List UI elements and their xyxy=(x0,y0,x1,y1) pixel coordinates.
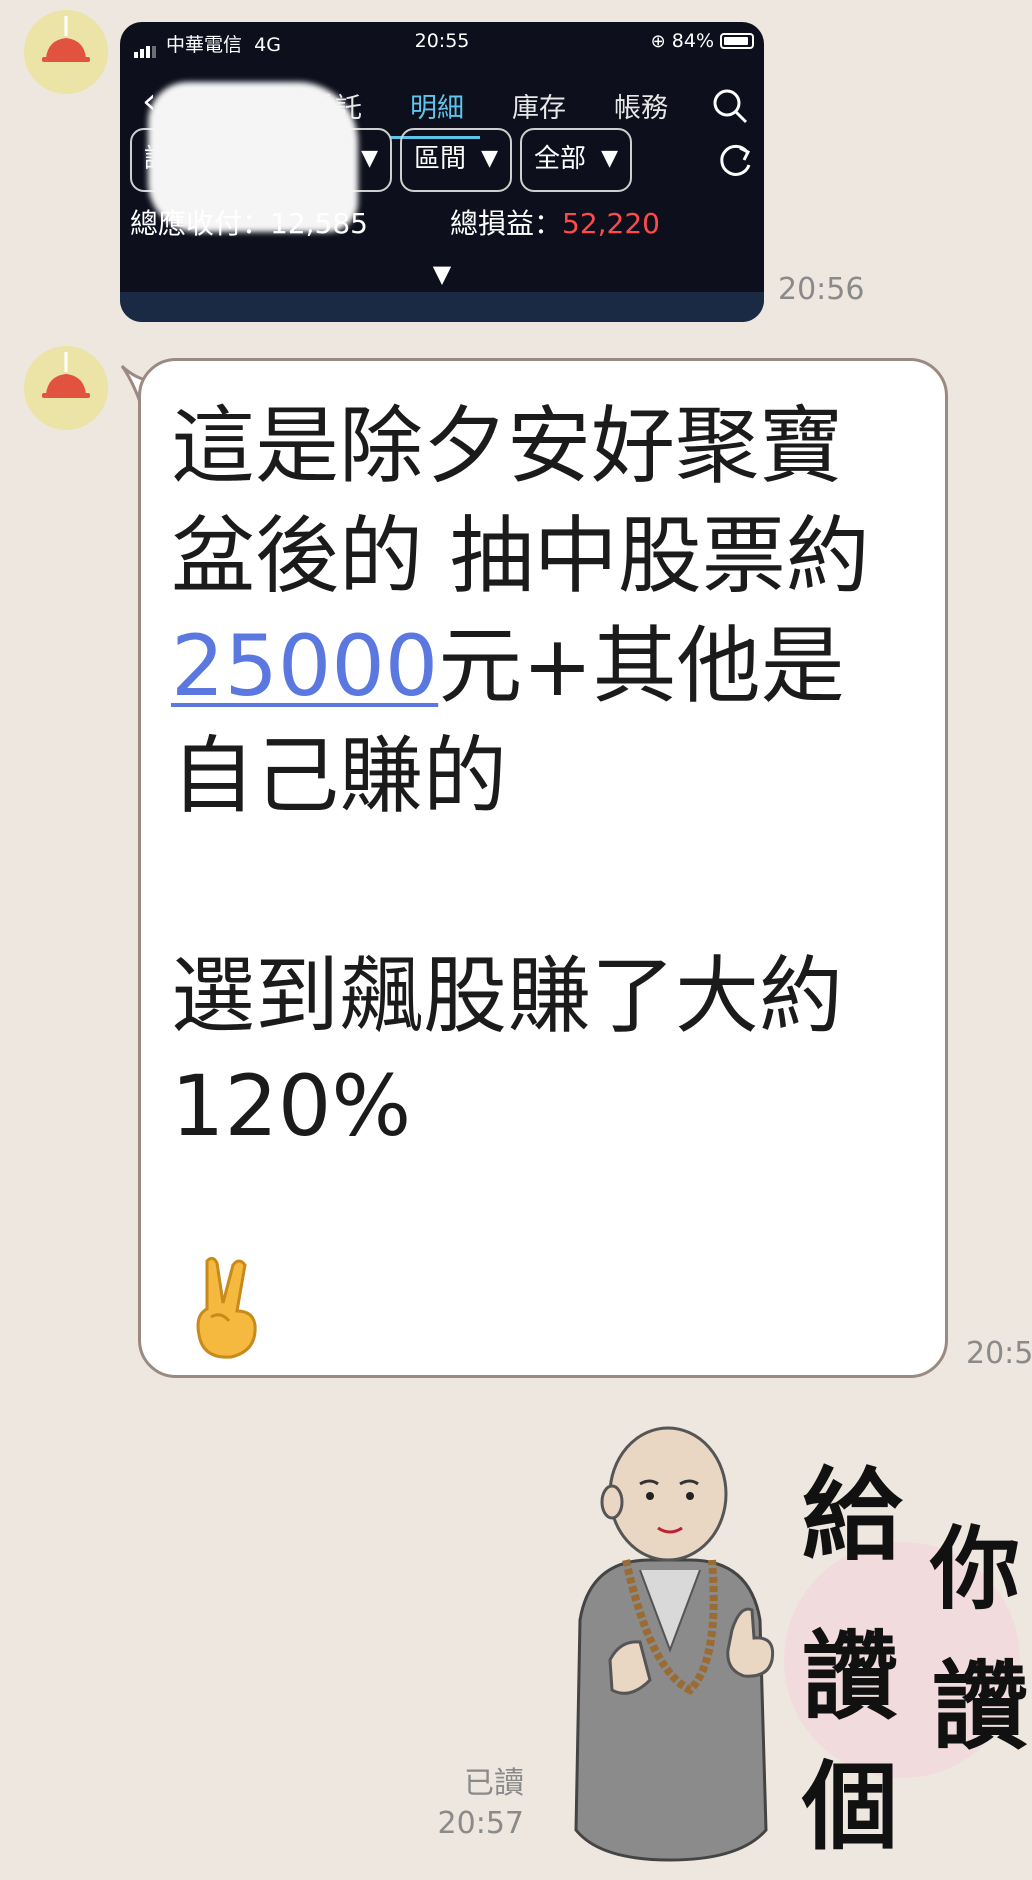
tab-inventory[interactable]: 庫存 xyxy=(512,86,566,125)
sticker-char: 讚 xyxy=(802,1620,898,1733)
scope-select[interactable]: 全部 ▼ xyxy=(520,128,632,192)
tab-accounts[interactable]: 帳務 xyxy=(614,86,668,125)
tab-details[interactable]: 明細 xyxy=(410,86,464,125)
victory-hand-icon xyxy=(196,1256,257,1359)
sticker-char: 個 xyxy=(801,1750,898,1863)
phone-number-link[interactable]: 25000 xyxy=(171,617,438,715)
sticker-char: 讚 xyxy=(932,1650,1028,1763)
sender-avatar[interactable] xyxy=(24,346,108,430)
battery-icon xyxy=(720,33,754,49)
message-line: 自己賺的 xyxy=(171,727,508,825)
rotation-lock-icon: ⊕ xyxy=(650,30,666,52)
message-time: 20:57 xyxy=(437,1806,524,1841)
text-message-bubble[interactable]: 這是除夕安好聚寶 盆後的 抽中股票約 25000元+其他是 自己賺的 選到飆股賺… xyxy=(138,358,948,1378)
expand-arrow-icon[interactable]: ▼ xyxy=(120,260,764,288)
sticker-char: 你 xyxy=(929,1516,1020,1622)
lamp-icon xyxy=(24,10,108,94)
message-line: 盆後的 抽中股票約 xyxy=(171,507,870,605)
screenshot-image-message[interactable]: 中華電信 4G 20:55 ⊕ 84% ‹ 下單 委託 明細 庫存 帳務 證 5… xyxy=(120,22,764,322)
dropdown-arrow-icon: ▼ xyxy=(361,146,378,171)
receivable-value: 12,585 xyxy=(270,207,368,240)
status-bar: 中華電信 4G 20:55 ⊕ 84% xyxy=(120,28,764,58)
message-line: 選到飆股賺了大約 xyxy=(171,947,844,1045)
table-header-strip xyxy=(120,292,764,322)
dropdown-arrow-icon: ▼ xyxy=(481,146,498,171)
range-select[interactable]: 區間 ▼ xyxy=(400,128,512,192)
read-receipt: 已讀 xyxy=(464,1766,524,1801)
sticker-char: 給 xyxy=(802,1456,904,1574)
message-text: 這是除夕安好聚寶 盆後的 抽中股票約 25000元+其他是 自己賺的 選到飆股賺… xyxy=(171,391,931,1161)
message-line: 這是除夕安好聚寶 xyxy=(171,397,844,495)
pnl-value: 52,220 xyxy=(562,207,660,240)
dropdown-arrow-icon: ▼ xyxy=(601,146,618,171)
battery-percent: 84% xyxy=(671,30,714,52)
receivable-label: 總應收付： xyxy=(130,207,271,240)
pnl-label: 總損益： xyxy=(450,207,563,240)
monk-thumbs-up-sticker[interactable]: 給 你 讚 讚 個 xyxy=(540,1410,1032,1880)
sender-avatar[interactable] xyxy=(24,10,108,94)
refresh-icon[interactable] xyxy=(714,140,756,182)
message-line: 元+其他是 xyxy=(438,617,845,715)
summary-row: 總應收付：12,585 總損益：52,220 xyxy=(130,202,660,242)
lamp-icon xyxy=(24,346,108,430)
search-icon[interactable] xyxy=(710,86,750,126)
message-time: 20:56 xyxy=(778,272,865,307)
message-time: 20:5 xyxy=(966,1336,1032,1371)
message-line: 120% xyxy=(171,1057,412,1155)
